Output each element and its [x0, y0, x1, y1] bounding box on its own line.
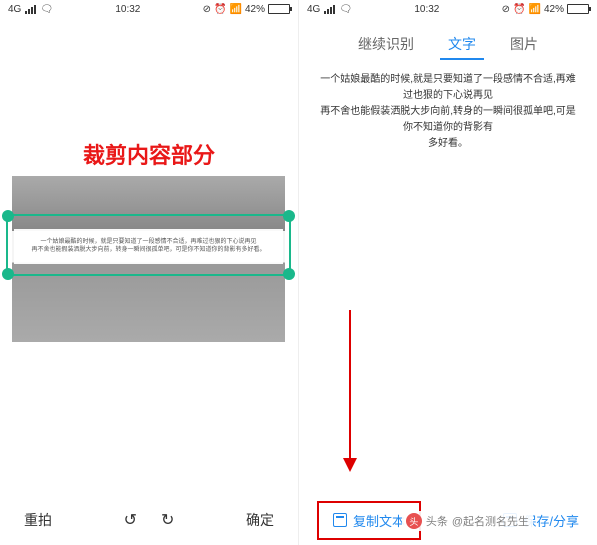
wechat-icon: 🗨 — [40, 4, 53, 15]
annotation-arrow — [349, 310, 351, 470]
battery-percent: 42% — [245, 4, 265, 15]
signal-icon — [324, 5, 335, 14]
status-bar-right: 4G 🗨 10:32 ⊘ ⏰ 📶 42% — [299, 0, 597, 18]
right-phone-screen: 4G 🗨 10:32 ⊘ ⏰ 📶 42% 继续识别 文字 图片 一个姑娘最酷的时… — [298, 0, 597, 545]
crop-handle-top-right[interactable] — [283, 210, 295, 222]
watermark: 头 头条 @起名测名先生 — [402, 511, 533, 531]
signal-icon — [25, 5, 36, 14]
battery-percent: 42% — [544, 4, 564, 15]
alarm-icon: ⏰ — [214, 4, 226, 15]
rotate-right-icon[interactable]: ↻ — [161, 510, 174, 530]
crop-handle-bottom-left[interactable] — [2, 268, 14, 280]
watermark-prefix: 头条 — [426, 513, 448, 529]
alarm-off-icon: ⊘ — [502, 4, 510, 15]
tab-continue-recognition[interactable]: 继续识别 — [350, 30, 422, 60]
result-tabs: 继续识别 文字 图片 — [299, 30, 597, 60]
clock: 10:32 — [414, 4, 439, 15]
alarm-icon: ⏰ — [513, 4, 525, 15]
wechat-icon: 🗨 — [339, 4, 352, 15]
rotate-left-icon[interactable]: ↺ — [124, 510, 137, 530]
watermark-author: @起名测名先生 — [452, 513, 529, 529]
network-label: 4G — [307, 4, 320, 15]
wifi-icon: 📶 — [230, 4, 242, 15]
crop-handle-top-left[interactable] — [2, 210, 14, 222]
toutiao-icon: 头 — [406, 513, 422, 529]
crop-title-annotation: 裁剪内容部分 — [0, 138, 298, 170]
status-bar: 4G 🗨 10:32 ⊘ ⏰ 📶 42% — [0, 0, 298, 18]
clock: 10:32 — [115, 4, 140, 15]
tab-text[interactable]: 文字 — [440, 30, 484, 60]
network-label: 4G — [8, 4, 21, 15]
battery-icon — [567, 4, 589, 14]
copy-icon — [333, 513, 347, 527]
crop-handle-bottom-right[interactable] — [283, 268, 295, 280]
confirm-button[interactable]: 确定 — [246, 510, 274, 530]
battery-icon — [268, 4, 290, 14]
left-phone-screen: 4G 🗨 10:32 ⊘ ⏰ 📶 42% 裁剪内容部分 一个姑娘最酷的时候，就是… — [0, 0, 298, 545]
retake-button[interactable]: 重拍 — [24, 510, 52, 530]
ocr-result-text[interactable]: 一个姑娘最酷的时候,就是只要知道了一段感情不合适,再难过也狠的下心说再见 再不舍… — [299, 60, 597, 164]
crop-area[interactable]: 一个姑娘最酷的时候，就是只要知道了一段感情不合适，再难过也狠的下心说再见 再不舍… — [12, 176, 285, 342]
tab-image[interactable]: 图片 — [502, 30, 546, 60]
wifi-icon: 📶 — [529, 4, 541, 15]
crop-frame[interactable] — [6, 214, 291, 276]
left-bottom-bar: 重拍 ↺ ↻ 确定 — [0, 495, 298, 545]
alarm-off-icon: ⊘ — [203, 4, 211, 15]
